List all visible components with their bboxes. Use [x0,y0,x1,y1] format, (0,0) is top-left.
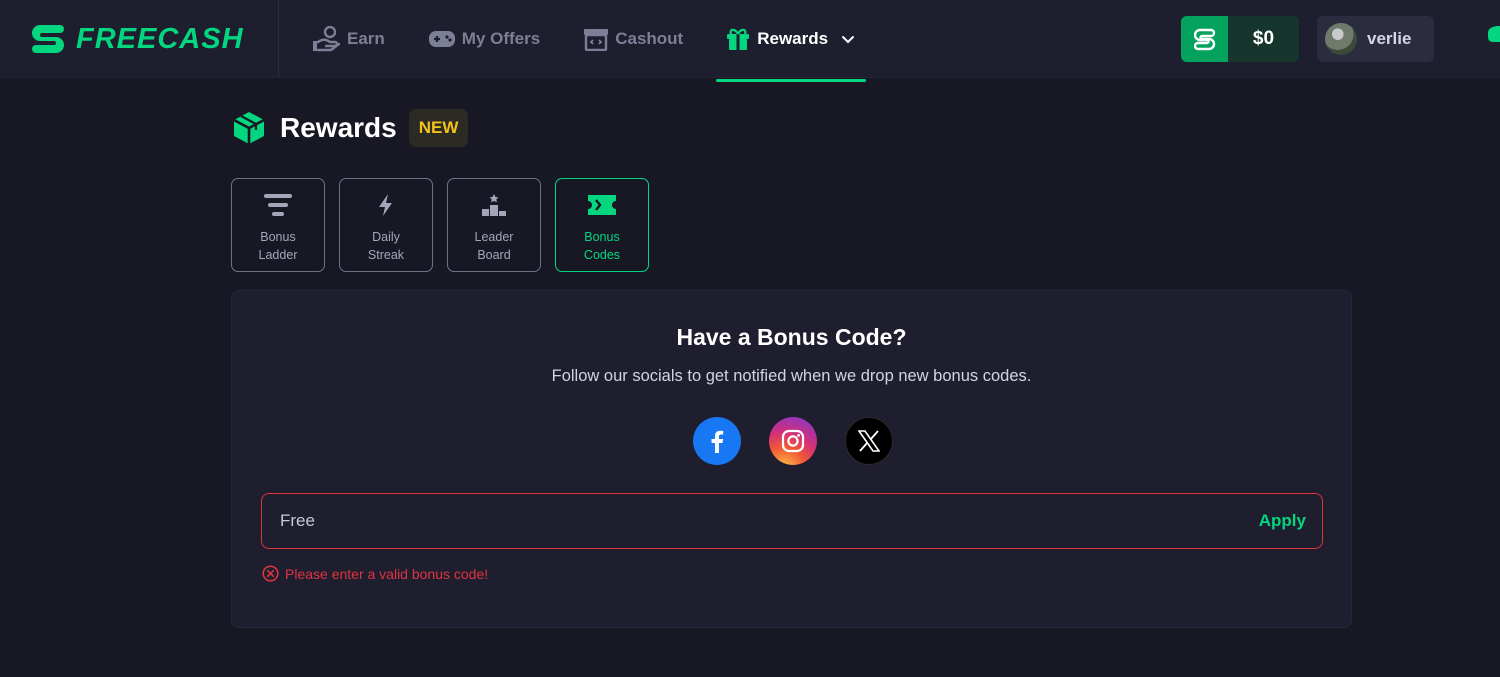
tab-bonus-codes[interactable]: Bonus Codes [555,178,649,272]
tab-bonus-ladder[interactable]: Bonus Ladder [231,178,325,272]
tab-leader-board[interactable]: Leader Board [447,178,541,272]
tab-leader-board-label: Leader Board [474,230,514,262]
nav-item-earn-label: Earn [347,29,385,48]
page-title: Rewards [280,112,397,143]
tab-bonus-ladder-label: Bonus Ladder [258,230,298,262]
bell-icon[interactable] [1484,24,1500,50]
username: verlie [1367,29,1412,48]
nav-item-my-offers-label: My Offers [461,29,541,48]
facebook-link[interactable] [693,417,741,465]
nav-item-cashout[interactable]: Cashout [583,0,683,78]
chevron-down-icon[interactable] [840,31,856,47]
bonus-code-input[interactable] [262,494,1259,548]
podium-icon [482,192,506,218]
bonus-code-title: Have a Bonus Code? [676,324,907,350]
rewards-tabs: Bonus Ladder Daily Streak Leader Board B… [231,178,649,272]
apply-button[interactable]: Apply [1259,511,1306,531]
bonus-code-card: Have a Bonus Code? Follow our socials to… [231,290,1352,628]
x-link[interactable] [845,417,893,465]
balance-amount: $0 [1228,16,1299,62]
gift-icon [727,28,750,50]
avatar [1325,23,1357,55]
logo-wordmark: FREECASH [76,21,244,57]
bonus-code-error-text: Please enter a valid bonus code! [285,565,489,582]
active-nav-indicator [716,79,867,82]
freecash-logo-icon [32,25,64,53]
logo-wordmark-free: FREE [76,23,158,55]
ticket-icon [588,192,616,218]
tab-daily-streak-label: Daily Streak [367,230,405,262]
box-icon [233,112,265,144]
nav-item-earn[interactable]: Earn [311,0,385,78]
tab-bonus-codes-label: Bonus Codes [583,230,621,262]
register-icon [584,29,609,51]
header-divider [278,0,279,78]
gamepad-icon [428,31,455,47]
bonus-code-subtitle: Follow our socials to get notified when … [551,367,1032,385]
instagram-link[interactable] [769,417,817,465]
nav-item-rewards-label: Rewards [757,29,829,48]
balance-widget[interactable]: $0 [1181,16,1299,62]
facebook-icon [711,430,724,453]
nav-item-cashout-label: Cashout [615,29,684,48]
freecash-logo[interactable]: FREECASH [28,21,244,57]
nav-item-rewards[interactable]: Rewards [716,0,867,82]
logo-wordmark-cash: CASH [157,23,244,55]
tab-daily-streak[interactable]: Daily Streak [339,178,433,272]
main-nav: Earn My Offers Cashout Rewards [311,0,867,82]
top-navigation-bar: FREECASH Earn My Offers Cashout Rewards … [0,0,1500,82]
page-header: Rewards NEW [232,109,469,147]
bonus-code-error: Please enter a valid bonus code! [262,565,488,582]
user-menu[interactable]: verlie [1317,16,1434,62]
social-links [693,417,893,465]
new-badge: NEW [408,109,469,147]
instagram-icon [781,429,805,453]
ladder-icon [264,192,292,218]
error-circle-icon [262,565,279,582]
x-icon [858,430,880,452]
nav-item-my-offers[interactable]: My Offers [428,0,540,78]
bonus-code-field: Apply [261,493,1323,549]
lightning-icon [378,192,394,218]
exchange-icon [1181,16,1228,62]
hand-coin-icon [313,26,341,52]
